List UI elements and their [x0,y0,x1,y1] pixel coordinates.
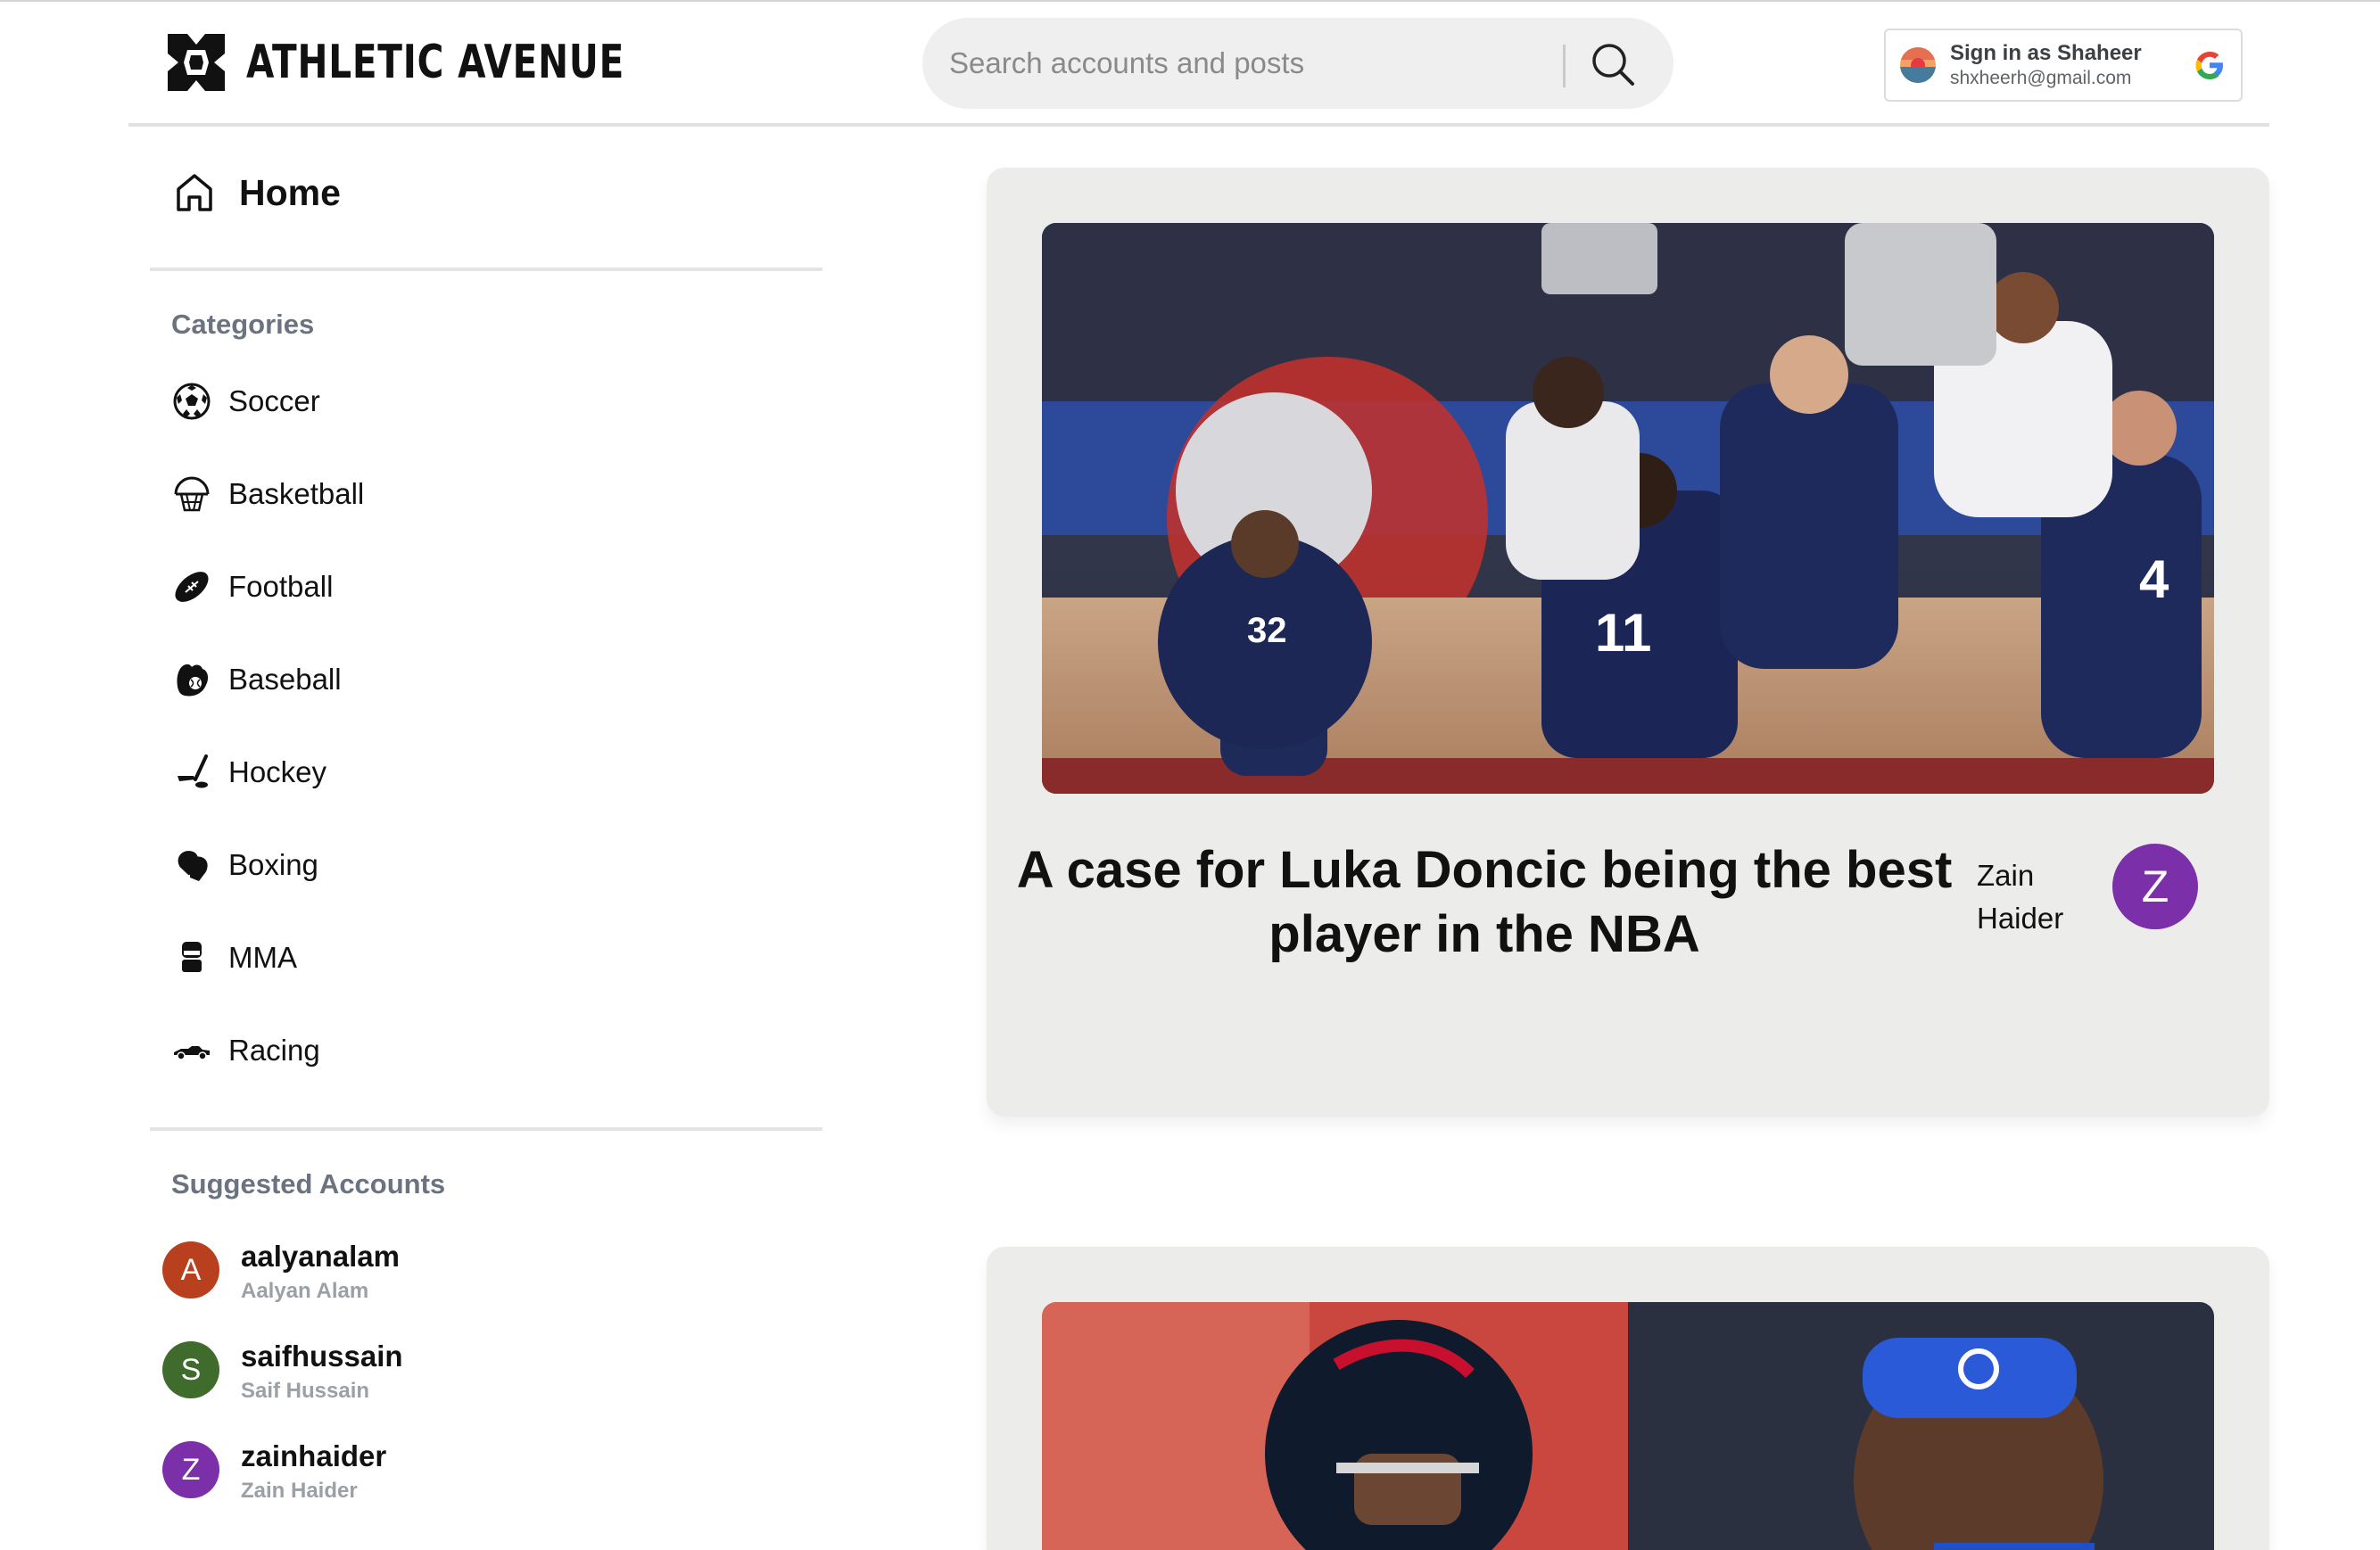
post-title-line: A case for Luka Doncic being the best [1016,841,1953,899]
google-signin-button[interactable]: Sign in as Shaheer shxheerh@gmail.com [1884,29,2243,102]
category-mma[interactable]: MMA [171,937,297,978]
baseball-glove-icon [171,659,212,700]
post-image[interactable]: 32 11 4 [1042,223,2214,794]
svg-text:4: 4 [2139,549,2169,609]
post-card[interactable]: 32 11 4 A case for Luka Doncic being the… [987,168,2269,1117]
football-icon [171,566,212,607]
account-display-name: Zain Haider [241,1479,358,1503]
category-baseball[interactable]: Baseball [171,659,342,700]
author-first-name: Zain [1977,859,2035,892]
home-label: Home [239,171,341,213]
category-label: Boxing [228,848,318,881]
suggested-account[interactable]: A aalyanalam Aalyan Alam [162,1240,400,1304]
category-soccer[interactable]: Soccer [171,381,320,422]
race-car-icon [171,1030,212,1071]
suggested-account[interactable]: S saifhussain Saif Hussain [162,1340,403,1404]
home-icon [177,174,212,211]
avatar: S [162,1341,219,1398]
category-label: Hockey [228,755,327,788]
category-boxing[interactable]: Boxing [171,845,318,886]
search-bar [922,18,1673,109]
category-label: Basketball [228,477,365,510]
category-basketball[interactable]: Basketball [171,474,364,515]
brand-logo[interactable]: ATHLETIC AVENUE [164,30,731,95]
avatar: A [162,1241,219,1299]
brand-name: ATHLETIC AVENUE [246,36,625,89]
post-title-line: player in the NBA [1269,905,1700,963]
categories-heading: Categories [171,309,315,340]
signin-email: shxheerh@gmail.com [1950,68,2132,88]
search-input[interactable] [947,45,1433,81]
account-username: saifhussain [241,1340,403,1373]
nav-home[interactable]: Home [173,171,341,214]
account-display-name: Aalyan Alam [241,1279,369,1303]
author-avatar[interactable]: Z [2112,844,2198,929]
hockey-stick-icon [171,752,212,793]
category-label: MMA [228,941,297,974]
account-username: zainhaider [241,1439,387,1472]
basketball-hoop-icon [171,474,212,515]
category-label: Soccer [228,384,320,417]
suggested-accounts-heading: Suggested Accounts [171,1168,446,1200]
user-avatar [1900,47,1936,83]
author-last-name: Haider [1977,902,2064,935]
account-display-name: Saif Hussain [241,1379,370,1403]
soccer-ball-icon [171,381,212,422]
category-racing[interactable]: Racing [171,1030,320,1071]
svg-text:32: 32 [1247,611,1287,650]
sidebar-divider [150,268,822,271]
search-icon [1592,44,1634,86]
post-author[interactable]: Zain Haider [1977,854,2084,940]
signin-title: Sign in as Shaheer [1950,41,2142,65]
search-button[interactable] [1586,37,1640,91]
category-hockey[interactable]: Hockey [171,752,326,793]
avatar: Z [162,1441,219,1498]
svg-text:11: 11 [1595,603,1651,663]
sidebar-divider [150,1127,822,1131]
top-header: ATHLETIC AVENUE Sign in as Shaheer shxhe… [128,2,2269,127]
category-football[interactable]: Football [171,566,333,607]
search-divider [1563,45,1566,87]
boxing-glove-icon [171,845,212,886]
google-icon [2195,52,2223,79]
post-image[interactable] [1042,1302,2214,1550]
suggested-account[interactable]: Z zainhaider Zain Haider [162,1439,386,1504]
category-label: Baseball [228,663,342,696]
brand-mark-icon [168,34,225,91]
mma-glove-icon [171,937,212,978]
category-label: Racing [228,1034,320,1067]
post-card[interactable] [987,1247,2269,1550]
account-username: aalyanalam [241,1240,400,1273]
category-label: Football [228,570,334,603]
